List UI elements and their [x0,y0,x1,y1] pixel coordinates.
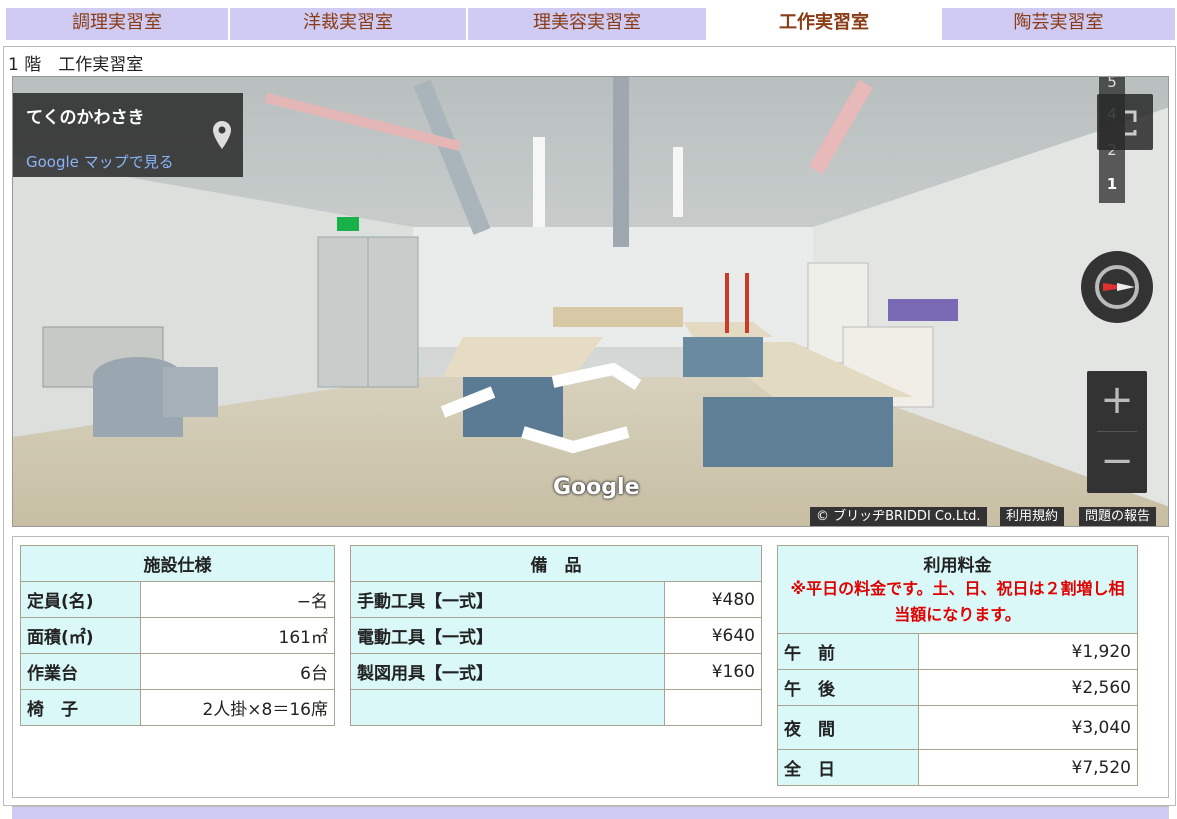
equipment-label: 電動工具【一式】 [350,617,665,654]
equipment-price [664,689,762,726]
spec-label: 定員(名) [20,581,141,618]
equipment-table: 備 品 手動工具【一式】 ¥480 電動工具【一式】 ¥640 製図用具【一式】 ¥1… [350,545,762,726]
spec-label: 椅 子 [20,689,141,726]
fee-period: 午 前 [777,633,919,670]
fee-header-cell: 利用料金 ※平日の料金です。土、日、祝日は２割増し相当額になります。 [777,545,1138,634]
specs-header: 施設仕様 [20,545,335,582]
floor-option-5[interactable]: 5 [1099,77,1125,91]
fee-amount: ¥2,560 [918,669,1138,706]
floor-option-1[interactable]: 1 [1099,175,1125,193]
terms-link[interactable]: 利用規約 [1000,507,1065,526]
zoom-control: + − [1087,371,1147,493]
place-info-card: てくのかわさき Google マップで見る [13,93,243,177]
google-maps-link[interactable]: Google マップで見る [26,151,174,172]
tab-sewing-room[interactable]: 洋裁実習室 [230,8,468,40]
fee-period: 午 後 [777,669,919,706]
fullscreen-icon [1125,110,1137,136]
floor-label: 1 階 工作実習室 [8,55,144,75]
map-pin-icon[interactable] [213,121,231,149]
tab-craft-room[interactable]: 工作実習室 [708,8,942,40]
fullscreen-button[interactable] [1097,94,1153,150]
facility-specs-table: 施設仕様 定員(名) −名 面積(㎡) 161㎡ 作業台 6台 椅 子 2人掛×8＝16… [20,545,335,726]
equipment-label: 手動工具【一式】 [350,581,665,618]
fee-notice: ※平日の料金です。土、日、祝日は２割増し相当額になります。 [790,579,1125,624]
fee-amount: ¥1,920 [918,633,1138,670]
usage-fee-table: 利用料金 ※平日の料金です。土、日、祝日は２割増し相当額になります。 午 前 ¥1… [777,545,1138,786]
equipment-header: 備 品 [350,545,762,582]
report-problem-link[interactable]: 問題の報告 [1079,507,1157,526]
spec-value: 161㎡ [140,617,335,654]
equipment-price: ¥480 [664,581,762,618]
spec-value: −名 [140,581,335,618]
room-tabs: 調理実習室 洋裁実習室 理美容実習室 工作実習室 陶芸実習室 [0,8,1177,40]
spec-value: 2人掛×8＝16席 [140,689,335,726]
fee-header: 利用料金 [923,556,992,576]
fee-amount: ¥3,040 [918,705,1138,750]
equipment-price: ¥640 [664,617,762,654]
tab-pottery-room[interactable]: 陶芸実習室 [942,8,1177,40]
equipment-label [350,689,665,726]
spec-label: 面積(㎡) [20,617,141,654]
google-watermark: Google [553,475,640,500]
equipment-price: ¥160 [664,653,762,690]
spec-value: 6台 [140,653,335,690]
place-name: てくのかわさき [26,108,145,128]
street-view-panorama[interactable]: てくのかわさき Google マップで見る 5 4 2 1 + − Google… [12,76,1169,527]
tab-cooking-room[interactable]: 調理実習室 [6,8,230,40]
compass-icon [1095,265,1139,309]
fee-period: 夜 間 [777,705,919,750]
compass-button[interactable] [1081,251,1153,323]
zoom-in-button[interactable]: + [1087,371,1147,431]
fee-period: 全 日 [777,749,919,786]
tab-beauty-room[interactable]: 理美容実習室 [468,8,708,40]
spec-label: 作業台 [20,653,141,690]
equipment-label: 製図用具【一式】 [350,653,665,690]
attribution-text: © ブリッヂBRIDDI Co.Ltd. [810,507,987,526]
fee-amount: ¥7,520 [918,749,1138,786]
zoom-out-button[interactable]: − [1087,432,1147,492]
